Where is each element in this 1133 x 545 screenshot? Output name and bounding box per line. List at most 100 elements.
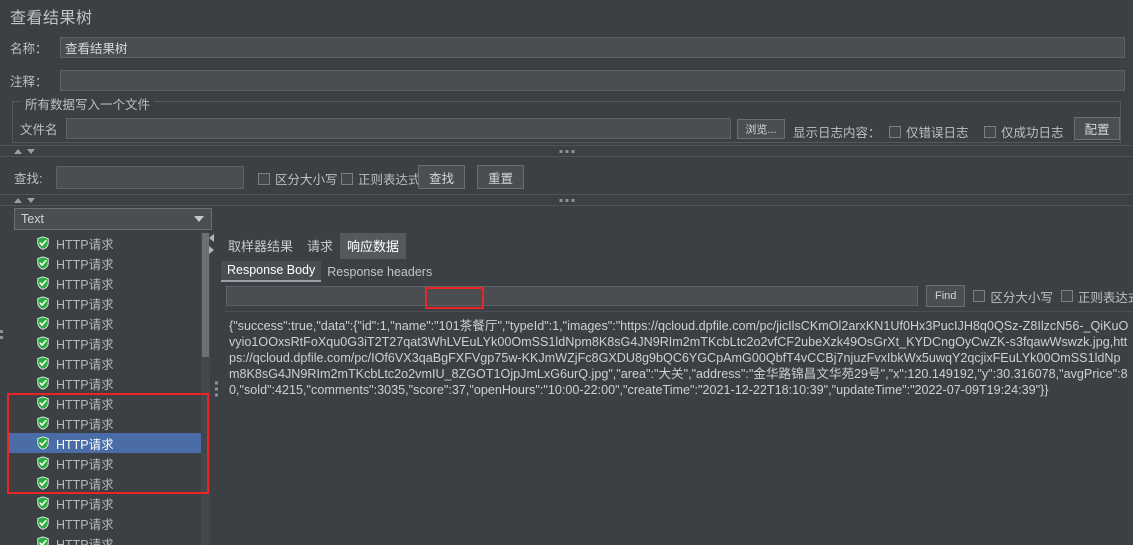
collapse-down-icon[interactable] — [27, 148, 35, 154]
response-find-input[interactable] — [226, 286, 918, 306]
search-case-sensitive-checkbox[interactable]: 区分大小写 — [258, 169, 338, 188]
render-format-value: Text — [21, 212, 44, 226]
name-row: 名称： — [10, 37, 1125, 58]
subtab-1[interactable]: Response headers — [321, 263, 438, 282]
collapse-down-icon-2[interactable] — [27, 197, 35, 203]
panel-divider[interactable] — [212, 233, 221, 545]
tree-item-label: HTTP请求 — [56, 417, 114, 432]
search-regex-checkbox[interactable]: 正则表达式 — [341, 169, 421, 188]
green-shield-check-icon — [37, 236, 49, 250]
response-case-sensitive-box[interactable] — [973, 290, 986, 302]
green-shield-check-icon — [37, 316, 49, 330]
tree-item-http-request[interactable]: HTTP请求 — [8, 393, 210, 413]
name-input[interactable] — [60, 37, 1125, 58]
tree-item-label: HTTP请求 — [56, 277, 114, 292]
error-only-checkbox-label: 仅错误日志 — [906, 126, 969, 140]
response-tabs[interactable]: 取样器结果 请求 响应数据 — [221, 233, 407, 259]
result-tree[interactable]: HTTP请求 HTTP请求 HTTP请求 HTTP请求 HTTP请求 HTTP请… — [8, 233, 210, 545]
tree-item-http-request[interactable]: HTTP请求 — [8, 273, 210, 293]
green-shield-check-icon — [37, 296, 49, 310]
tree-item-http-request[interactable]: HTTP请求 — [8, 333, 210, 353]
tree-item-label: HTTP请求 — [56, 377, 114, 392]
result-tree-scrollbar[interactable] — [201, 233, 210, 545]
response-regex-checkbox[interactable]: 正则表达式 — [1060, 287, 1133, 306]
splitter-middle-arrows[interactable] — [14, 197, 35, 203]
subtab-0[interactable]: Response Body — [221, 261, 322, 282]
tab-2[interactable]: 响应数据 — [340, 233, 407, 259]
tree-item-label: HTTP请求 — [56, 317, 114, 332]
tab-0[interactable]: 取样器结果 — [221, 233, 300, 259]
log-display-label: 显示日志内容： — [793, 126, 881, 140]
search-row: 查找: — [14, 166, 244, 189]
response-find-row: Find 区分大小写 正则表达式 — [226, 285, 1133, 307]
splitter-top-arrows[interactable] — [14, 148, 35, 154]
tree-item-http-request[interactable]: HTTP请求 — [8, 513, 210, 533]
tree-item-http-request[interactable]: HTTP请求 — [8, 253, 210, 273]
success-only-checkbox[interactable]: 仅成功日志 — [984, 122, 1064, 141]
tree-item-http-request[interactable]: HTTP请求 — [8, 433, 210, 453]
splitter-top[interactable] — [0, 145, 1133, 157]
tab-scroll-right-icon[interactable] — [209, 246, 214, 254]
green-shield-check-icon — [37, 536, 49, 545]
response-subtabs[interactable]: Response Body Response headers — [221, 261, 438, 282]
green-shield-check-icon — [37, 356, 49, 370]
result-tree-scrollbar-thumb[interactable] — [202, 233, 209, 357]
left-edge-grip[interactable] — [0, 330, 6, 350]
collapse-up-icon-2[interactable] — [14, 197, 22, 203]
collapse-up-icon[interactable] — [14, 148, 22, 154]
response-body-area[interactable]: {"success":true,"data":{"id":1,"name":"1… — [225, 311, 1133, 543]
response-regex-box[interactable] — [1060, 290, 1073, 302]
search-label: 查找: — [14, 172, 43, 186]
tree-item-label: HTTP请求 — [56, 497, 114, 512]
tab-scroll-left-icon[interactable] — [209, 234, 214, 242]
chevron-down-icon[interactable] — [194, 216, 204, 222]
splitter-top-grip[interactable] — [559, 149, 574, 153]
reset-button[interactable]: 重置 — [477, 165, 524, 189]
search-input[interactable] — [56, 166, 244, 189]
tree-item-http-request[interactable]: HTTP请求 — [8, 313, 210, 333]
response-case-sensitive-checkbox[interactable]: 区分大小写 — [973, 287, 1053, 306]
tree-item-label: HTTP请求 — [56, 457, 114, 472]
tree-item-http-request[interactable]: HTTP请求 — [8, 353, 210, 373]
render-format-select[interactable]: Text — [14, 208, 212, 230]
green-shield-check-icon — [37, 476, 49, 490]
comment-input[interactable] — [60, 70, 1125, 91]
tree-item-http-request[interactable]: HTTP请求 — [8, 233, 210, 253]
filename-input[interactable] — [66, 118, 731, 139]
tree-item-http-request[interactable]: HTTP请求 — [8, 293, 210, 313]
green-shield-check-icon — [37, 416, 49, 430]
response-body-text: {"success":true,"data":{"id":1,"name":"1… — [229, 319, 1129, 397]
splitter-middle[interactable] — [0, 194, 1133, 206]
response-panel: 取样器结果 请求 响应数据 Response Body Response header… — [209, 233, 1133, 545]
tab-scroll-arrows[interactable] — [209, 234, 214, 254]
success-only-checkbox-label: 仅成功日志 — [1001, 126, 1064, 140]
success-only-checkbox-box[interactable] — [984, 125, 996, 138]
search-regex-box[interactable] — [341, 172, 353, 185]
green-shield-check-icon — [37, 516, 49, 530]
green-shield-check-icon — [37, 376, 49, 390]
tab-1[interactable]: 请求 — [300, 233, 340, 259]
splitter-middle-grip[interactable] — [559, 198, 574, 202]
tree-item-http-request[interactable]: HTTP请求 — [8, 493, 210, 513]
green-shield-check-icon — [37, 336, 49, 350]
tree-item-http-request[interactable]: HTTP请求 — [8, 453, 210, 473]
tree-item-http-request[interactable]: HTTP请求 — [8, 473, 210, 493]
result-tree-rows[interactable]: HTTP请求 HTTP请求 HTTP请求 HTTP请求 HTTP请求 HTTP请… — [8, 233, 210, 545]
tree-item-label: HTTP请求 — [56, 397, 114, 412]
error-only-checkbox[interactable]: 仅错误日志 — [889, 122, 969, 141]
config-button[interactable]: 配置 — [1074, 117, 1120, 140]
tree-item-http-request[interactable]: HTTP请求 — [8, 413, 210, 433]
green-shield-check-icon — [37, 496, 49, 510]
panel-divider-grip[interactable] — [215, 381, 218, 397]
tree-item-label: HTTP请求 — [56, 477, 114, 492]
find-button[interactable]: 查找 — [418, 165, 465, 189]
green-shield-check-icon — [37, 456, 49, 470]
tree-item-label: HTTP请求 — [56, 537, 114, 545]
tree-item-label: HTTP请求 — [56, 237, 114, 252]
browse-button[interactable]: 浏览... — [737, 119, 785, 139]
tree-item-http-request[interactable]: HTTP请求 — [8, 533, 210, 545]
search-case-sensitive-box[interactable] — [258, 172, 270, 185]
response-find-button[interactable]: Find — [926, 285, 966, 307]
error-only-checkbox-box[interactable] — [889, 125, 901, 138]
tree-item-http-request[interactable]: HTTP请求 — [8, 373, 210, 393]
